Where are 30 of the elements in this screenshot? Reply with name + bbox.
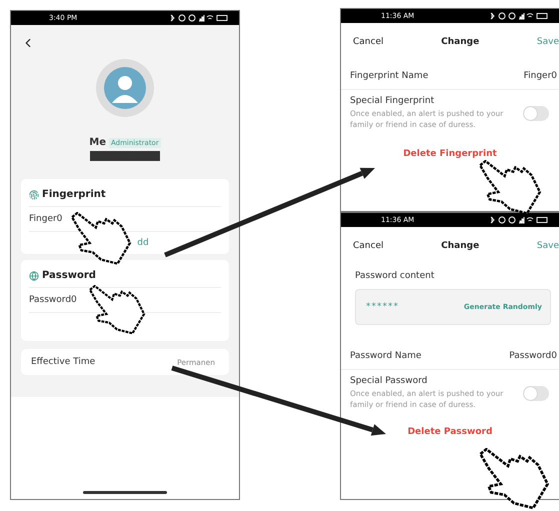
section-title: Fingerprint <box>42 189 106 200</box>
fingerprint-icon <box>29 190 39 200</box>
special-title: Special Fingerprint <box>350 96 436 106</box>
toggle-switch[interactable] <box>523 106 549 120</box>
row-value: Finger0 <box>524 71 557 81</box>
hand-cursor-icon <box>90 286 144 334</box>
globe-icon <box>29 270 39 280</box>
add-link[interactable]: dd <box>137 238 149 248</box>
special-title: Special Password <box>350 376 428 386</box>
section-title: Password <box>42 270 96 281</box>
status-icons-drawing <box>489 12 549 20</box>
save-button[interactable]: Save <box>536 241 559 251</box>
row-label: Fingerprint Name <box>350 71 428 81</box>
row-label: Password Name <box>350 351 422 361</box>
status-icons-drawing <box>489 216 549 224</box>
row-label: Effective Time <box>31 357 96 367</box>
field-label: Password content <box>354 270 436 281</box>
screen-title: Change <box>441 37 480 47</box>
delete-button[interactable]: Delete Password <box>402 426 498 438</box>
status-icons-drawing <box>169 14 229 22</box>
delete-button[interactable]: Delete Fingerprint <box>397 148 503 160</box>
redacted-bar <box>90 151 160 161</box>
password-value: ****** <box>366 302 399 312</box>
user-name: Me <box>89 137 106 148</box>
cancel-button[interactable]: Cancel <box>353 241 384 251</box>
screen-title: Change <box>441 241 480 251</box>
cancel-button[interactable]: Cancel <box>353 37 384 47</box>
save-button[interactable]: Save <box>536 37 559 47</box>
row-value: Password0 <box>509 351 557 361</box>
toggle-switch[interactable] <box>523 386 549 400</box>
